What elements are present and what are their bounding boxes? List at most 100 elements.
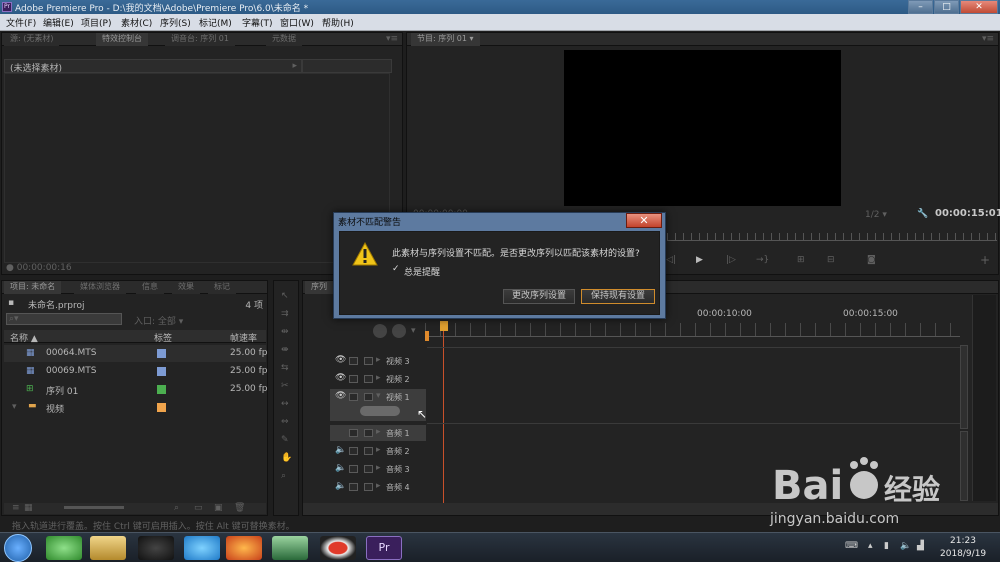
collapse-track-icon[interactable]: ▾ [376, 391, 381, 401]
menu-title[interactable]: 字幕(T) [242, 16, 273, 29]
taskbar-premiere-icon[interactable]: Pr [366, 536, 402, 560]
maximize-button[interactable]: □ [934, 0, 959, 14]
col-name[interactable]: 名称 ▲ [10, 331, 38, 344]
playhead-handle[interactable] [440, 321, 448, 331]
tab-effects[interactable]: 效果 [172, 281, 200, 294]
track-header[interactable]: 👁 ▸ 视频 2 [330, 371, 426, 387]
track-header[interactable]: 🔈 ▸ 音频 3 [330, 461, 426, 477]
label-color-swatch[interactable] [157, 385, 166, 394]
film-toggle[interactable] [349, 429, 358, 437]
film-toggle[interactable] [349, 357, 358, 365]
film-toggle[interactable] [349, 375, 358, 383]
pen-tool-icon[interactable]: ✎ [281, 435, 289, 445]
tab-media-browser[interactable]: 媒体浏览器 [74, 281, 126, 294]
lift-icon[interactable]: ⊞ [797, 255, 805, 265]
tab-sequence[interactable]: 序列 [305, 281, 333, 294]
menu-sequence[interactable]: 序列(S) [160, 16, 191, 29]
taskbar-qq-icon[interactable] [138, 536, 174, 560]
tab-info[interactable]: 信息 [136, 281, 164, 294]
menu-edit[interactable]: 编辑(E) [43, 16, 74, 29]
film-toggle[interactable] [349, 483, 358, 491]
lock-toggle[interactable] [364, 375, 373, 383]
track-header[interactable]: 👁 ▸ 视频 3 [330, 353, 426, 369]
track-header[interactable]: 🔈 ▸ 音频 2 [330, 443, 426, 459]
eye-icon[interactable]: 👁 [335, 355, 346, 365]
dialog-close-button[interactable]: ✕ [626, 213, 662, 228]
label-color-swatch[interactable] [157, 367, 166, 376]
camera-icon[interactable]: ◙ [867, 255, 876, 265]
add-marker-icon[interactable]: ▾ [411, 326, 416, 336]
col-fps[interactable]: 帧速率 [230, 331, 257, 344]
change-sequence-settings-button[interactable]: 更改序列设置 [503, 289, 575, 304]
marker-toggle-icon[interactable] [392, 324, 406, 338]
zoom-select[interactable]: 1/2 ▾ [865, 210, 887, 220]
speaker-icon[interactable]: 🔈 [335, 463, 346, 473]
menu-window[interactable]: 窗口(W) [280, 16, 314, 29]
expand-track-icon[interactable]: ▸ [376, 427, 381, 437]
clock-date[interactable]: 2018/9/19 [940, 549, 986, 559]
label-color-swatch[interactable] [157, 403, 166, 412]
lock-toggle[interactable] [364, 393, 373, 401]
find-icon[interactable]: ⌕ [174, 503, 179, 513]
minimize-button[interactable]: – [908, 0, 933, 14]
project-item[interactable]: ▦ 00064.MTS 25.00 fp [4, 345, 268, 362]
speaker-icon[interactable]: 🔈 [335, 481, 346, 491]
film-toggle[interactable] [349, 393, 358, 401]
tab-project[interactable]: 项目: 未命名 [4, 281, 62, 294]
add-button-icon[interactable]: + [980, 253, 990, 267]
track-header-selected[interactable]: 👁 ▾ 视频 1 [330, 389, 426, 421]
rate-stretch-tool-icon[interactable]: ⇆ [281, 363, 289, 373]
project-item[interactable]: ▾ ▬ 视频 [4, 399, 266, 416]
expand-track-icon[interactable]: ▸ [376, 355, 381, 365]
label-color-swatch[interactable] [157, 349, 166, 358]
program-ruler[interactable] [667, 233, 997, 241]
new-bin-icon[interactable]: ▭ [194, 503, 203, 513]
expand-track-icon[interactable]: ▸ [376, 373, 381, 383]
menu-file[interactable]: 文件(F) [6, 16, 36, 29]
extract-icon[interactable]: ⊟ [827, 255, 835, 265]
expand-track-icon[interactable]: ▸ [376, 445, 381, 455]
expand-track-icon[interactable]: ▸ [376, 481, 381, 491]
always-remind-checkbox[interactable]: ✓ [392, 265, 402, 275]
selection-tool-icon[interactable]: ↖ [281, 291, 289, 301]
menu-project[interactable]: 项目(P) [81, 16, 111, 29]
tray-network-icon[interactable]: ▟ [917, 541, 924, 551]
taskbar-video-app-icon[interactable] [184, 536, 220, 560]
taskbar-app-icon[interactable] [272, 536, 308, 560]
menu-help[interactable]: 帮助(H) [322, 16, 354, 29]
track-select-tool-icon[interactable]: ⇉ [281, 309, 289, 319]
snap-toggle-icon[interactable] [373, 324, 387, 338]
tray-keyboard-icon[interactable]: ⌨ [845, 541, 858, 551]
taskbar-firefox-icon[interactable] [226, 536, 262, 560]
project-item[interactable]: ⊞ 序列 01 25.00 fp [4, 381, 268, 398]
tab-program[interactable]: 节目: 序列 01 ▾ [411, 33, 480, 46]
film-toggle[interactable] [349, 447, 358, 455]
slip-tool-icon[interactable]: ↔ [281, 399, 289, 409]
taskbar-app-green-icon[interactable] [46, 536, 82, 560]
play-icon[interactable]: ▶ [696, 255, 703, 265]
close-window-button[interactable]: ✕ [960, 0, 998, 14]
playhead-line[interactable] [443, 331, 444, 503]
menu-clip[interactable]: 素材(C) [121, 16, 152, 29]
wrench-icon[interactable]: 🔧 [917, 209, 928, 219]
expand-track-icon[interactable]: ▸ [376, 463, 381, 473]
step-back-icon[interactable]: ◁| [666, 255, 676, 265]
step-forward-icon[interactable]: |▷ [726, 255, 736, 265]
clock-time[interactable]: 21:23 [950, 536, 976, 546]
razor-tool-icon[interactable]: ✂ [281, 381, 289, 391]
project-search-input[interactable]: ⌕▾ [6, 313, 122, 325]
speaker-icon[interactable]: 🔈 [335, 445, 346, 455]
zoom-slider[interactable] [64, 506, 124, 509]
list-view-icon[interactable]: ≡ [12, 503, 20, 513]
rolling-edit-tool-icon[interactable]: ⇼ [281, 345, 289, 355]
keep-existing-settings-button[interactable]: 保持现有设置 [581, 289, 655, 304]
go-to-out-icon[interactable]: →} [756, 255, 769, 265]
eye-icon[interactable]: 👁 [335, 373, 346, 383]
hand-tool-icon[interactable]: ✋ [281, 453, 292, 463]
col-label[interactable]: 标签 [154, 331, 172, 344]
start-button[interactable] [4, 534, 32, 562]
tray-expand-icon[interactable]: ▴ [868, 541, 873, 551]
tab-audio-mixer[interactable]: 调音台: 序列 01 [165, 33, 235, 46]
expand-triangle-icon[interactable]: ▾ [12, 402, 17, 412]
lock-toggle[interactable] [364, 447, 373, 455]
